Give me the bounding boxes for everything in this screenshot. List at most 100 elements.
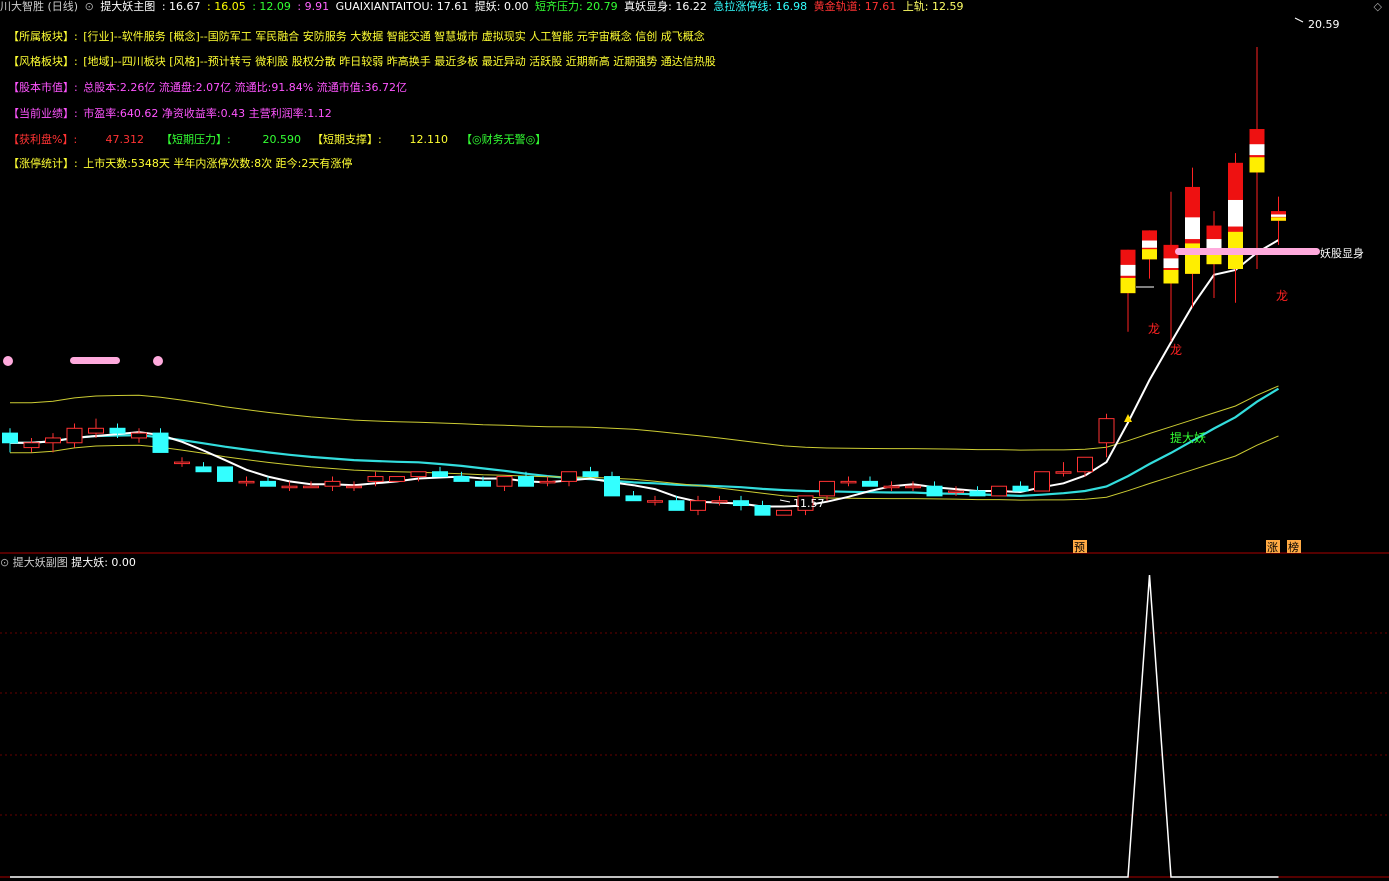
candle-body [625,495,642,502]
candle-body [840,480,857,484]
candle-body-band [1163,269,1179,284]
indicator-name[interactable]: 提大妖主图 [100,0,155,13]
long-label: 龙 [1148,322,1160,336]
huangjin-value: 黄金轨道: 17.61 [813,0,897,13]
long-label: 龙 [1276,289,1288,303]
candle-body [1077,456,1093,473]
support-value: 12.110 [409,133,449,146]
candle-body [819,480,835,497]
candle-body [23,442,40,449]
candle-body [432,471,448,478]
candle-body-band [1249,157,1265,173]
profit-row: 【获利盘%】: 47.312 【短期压力】: 20.590 【短期支撑】: 12… [8,133,548,147]
candle-body [883,485,900,489]
pink-band-right [1175,248,1320,255]
candle-body [346,485,362,489]
candle-body [948,490,964,494]
low-arrow [779,499,791,503]
candle-body [754,505,771,516]
candle-body-band [1120,277,1136,294]
candle-body-band [1185,217,1200,240]
market-label: 【股本市值】: [8,81,78,94]
profit-label: 【获利盘%】: [8,133,78,146]
bottom-bang-text: 榜 [1288,540,1299,554]
candle-body [647,500,663,503]
long-label: 龙 [1170,343,1182,357]
high-arrow [1294,17,1304,23]
candle-body [561,471,577,482]
candle-body [324,480,341,487]
sector-value: [行业]--软件服务 [概念]--国防军工 军民融合 安防服务 大数据 智能交通… [83,30,705,43]
tiyao-value: 提妖: 0.00 [474,0,529,13]
candle-body [260,480,276,487]
indicator-header: 川大智胜 (日线) ⊙ 提大妖主图 : 16.67 : 16.05 : 12.0… [0,0,1389,16]
candle-body [410,471,427,478]
candle-body [776,509,792,516]
style-label: 【风格板块】: [8,55,78,68]
settings-icon[interactable]: ⊙ [85,0,94,13]
candle-body [668,500,685,511]
candle-body [690,500,706,511]
stock-title[interactable]: 川大智胜 (日线) [0,0,78,13]
candle-body [926,485,943,497]
support-label: 【短期支撑】: [312,133,382,146]
zhenyao-value: 真妖显身: 16.22 [624,0,707,13]
sub-settings-icon[interactable]: ⊙ [0,556,9,569]
candle-body [711,500,728,503]
candle-body-band [1249,144,1265,156]
candle-body [475,480,491,487]
value-3: : 12.09 [252,0,291,13]
candle-body [195,466,212,473]
candle-body [303,485,319,489]
candle-body-band [1206,239,1222,249]
candle-body-band [1271,214,1286,217]
candle-body-band [1271,217,1286,221]
candle-body [518,476,534,487]
candle-body [367,476,384,482]
shanggui-value: 上轨: 12.59 [902,0,964,13]
candle-body [174,461,190,465]
profit-value: 47.312 [105,133,145,146]
candle-body [582,471,599,478]
perf-value: 市盈率:640.62 净资收益率:0.43 主营利润率:1.12 [83,107,332,120]
low-price-label: 11.57 [793,497,825,510]
limit-value: 上市天数:5348天 半年内涨停次数:8次 距今:2天有涨停 [83,157,353,170]
candle-body [539,480,556,484]
candle-body [1034,471,1050,492]
pressure-label: 【短期压力】: [161,133,231,146]
candle-body-band [1142,240,1157,248]
pink-band-left [70,357,120,364]
high-price-label: 20.59 [1308,18,1340,31]
candle-body [45,437,61,444]
market-row: 【股本市值】: 总股本:2.26亿 流通盘:2.07亿 流通比:91.84% 流… [8,81,409,95]
candle-body [66,427,83,444]
sub-chart-header: ⊙ 提大妖副图 提大妖: 0.00 [0,556,136,570]
finance-label: 【◎财务无警◎】 [461,133,547,146]
candle-body [281,485,298,489]
candle-body [131,432,147,439]
value-2: : 16.05 [207,0,246,13]
guaixian-value: GUAIXIANTAITOU: 17.61 [335,0,469,13]
candle-body [88,427,104,434]
candle-body [969,490,986,497]
candle-body [217,466,233,482]
candle-body [905,485,921,489]
candle-body [389,476,405,482]
sub-indicator-name[interactable]: 提大妖副图 [13,556,68,569]
value-1: : 16.67 [161,0,201,13]
sub-indicator-value: 提大妖: 0.00 [71,556,136,569]
candle-body [152,432,169,453]
style-row: 【风格板块】: [地域]--四川板块 [风格]--预计转亏 微利股 股权分散 昨… [8,55,718,69]
candle-body [991,485,1007,497]
candle-body [1012,485,1029,492]
upper-band-line [10,385,1279,451]
diamond-icon[interactable]: ◇ [1374,0,1382,14]
pink-dot [153,356,163,366]
candle-body [862,480,878,487]
tidayao-sub-line [10,574,1279,878]
limit-label: 【涨停统计】: [8,157,78,170]
ti-label: 提大妖 [1170,430,1206,445]
value-4: : 9.91 [297,0,330,13]
candle-body-band [1142,249,1157,260]
candle-body-band [1120,264,1136,276]
